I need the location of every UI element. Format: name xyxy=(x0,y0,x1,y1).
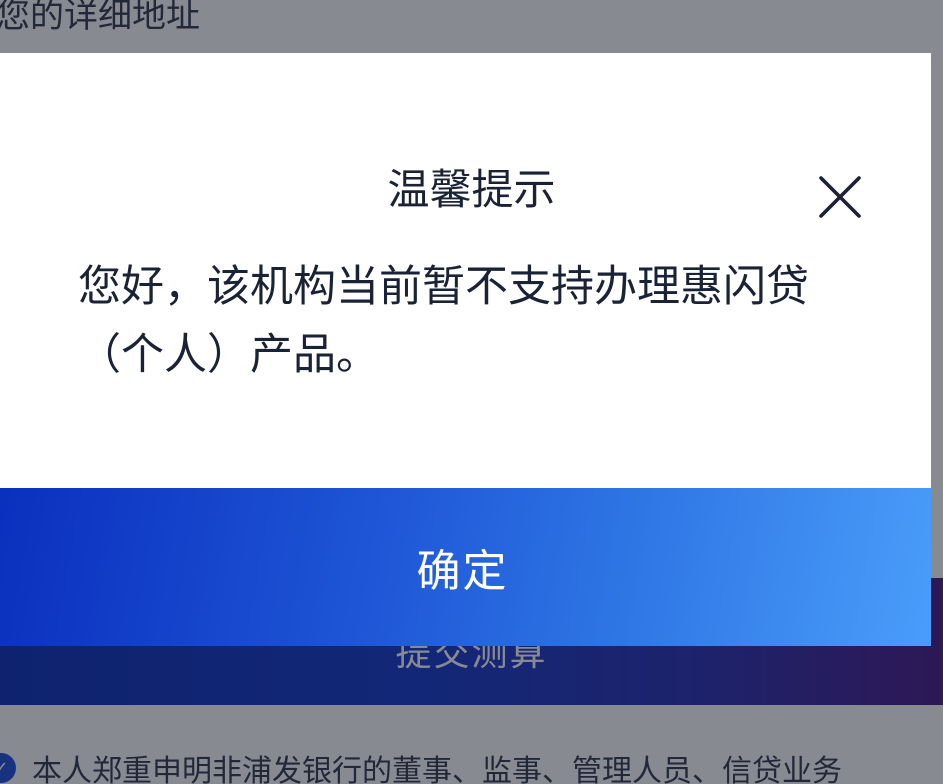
dialog-message: 您好，该机构当前暂不支持办理惠闪贷（个人）产品。 xyxy=(78,262,809,380)
dialog-title: 温馨提示 xyxy=(387,165,556,214)
confirm-button[interactable]: 确定 xyxy=(0,488,931,646)
close-icon[interactable] xyxy=(818,175,862,219)
page: 您的详细地址 提交测算 ✓ 本人郑重申明非浦发银行的董事、监事、管理人员、信贷业… xyxy=(0,0,943,784)
